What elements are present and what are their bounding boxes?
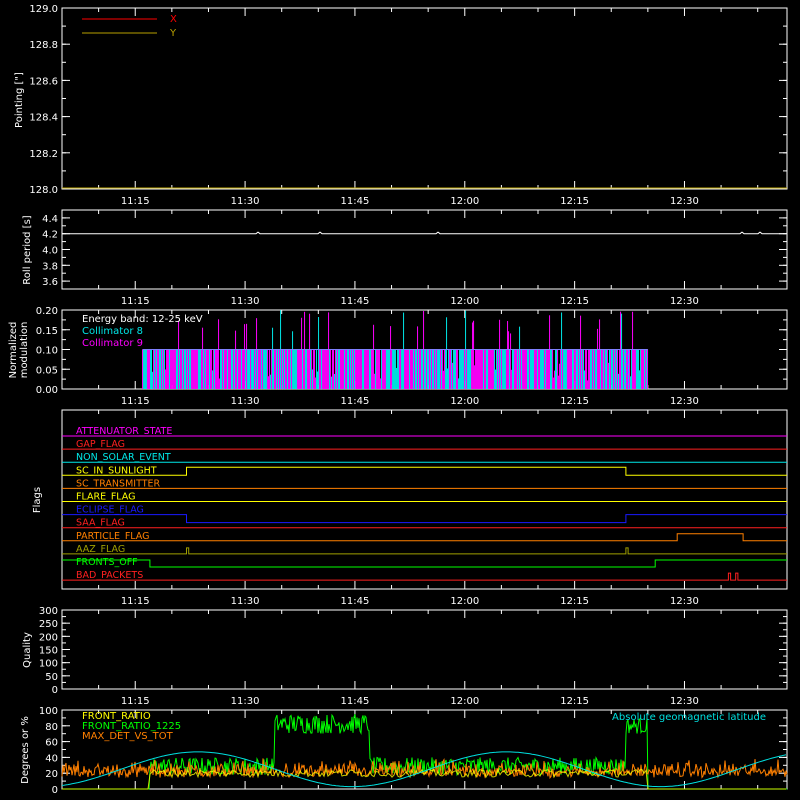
x-tick-label: 12:30 bbox=[670, 396, 699, 407]
x-tick-label: 11:45 bbox=[341, 696, 370, 707]
flag-label: ECLIPSE_FLAG bbox=[76, 505, 144, 516]
energy-band-annotation: Energy band: 12-25 keV bbox=[82, 314, 203, 325]
legend-collimator-8: Collimator 8 bbox=[82, 326, 143, 337]
x-tick-label: 11:30 bbox=[231, 196, 260, 207]
y-tick-label: 3.6 bbox=[42, 277, 58, 288]
y-tick-label: 0.00 bbox=[36, 385, 58, 396]
y-tick-label: 128.0 bbox=[29, 185, 58, 196]
x-tick-label: 11:45 bbox=[341, 296, 370, 307]
x-tick-label: 11:15 bbox=[121, 196, 150, 207]
x-tick-label: 12:00 bbox=[450, 596, 479, 607]
x-tick-label: 12:00 bbox=[450, 296, 479, 307]
flag-label: SC_TRANSMITTER bbox=[76, 478, 161, 489]
y-tick-label: 40 bbox=[45, 753, 58, 764]
legend-collimator-9: Collimator 9 bbox=[82, 338, 143, 349]
flag-label: PARTICLE_FLAG bbox=[76, 531, 149, 542]
y-tick-label: 129.0 bbox=[29, 4, 58, 15]
legend-x-label: X bbox=[170, 14, 177, 25]
x-tick-label: 12:00 bbox=[450, 696, 479, 707]
flag-label: ATTENUATOR_STATE bbox=[76, 426, 172, 437]
roll-ylabel: Roll period [s] bbox=[22, 215, 33, 284]
x-tick-label: 12:15 bbox=[560, 196, 589, 207]
x-tick-label: 12:00 bbox=[450, 196, 479, 207]
x-tick-label: 12:30 bbox=[670, 596, 699, 607]
y-tick-label: 20 bbox=[45, 769, 58, 780]
y-tick-label: 60 bbox=[45, 738, 58, 749]
x-tick-label: 12:00 bbox=[450, 396, 479, 407]
y-tick-label: 128.2 bbox=[29, 149, 58, 160]
y-tick-label: 300 bbox=[39, 606, 58, 617]
x-tick-label: 11:15 bbox=[121, 296, 150, 307]
y-tick-label: 80 bbox=[45, 722, 58, 733]
y-tick-label: 0.05 bbox=[36, 365, 58, 376]
x-tick-label: 11:15 bbox=[121, 696, 150, 707]
x-tick-label: 12:15 bbox=[560, 296, 589, 307]
modulation-ylabel: Normalized bbox=[8, 322, 19, 379]
y-tick-label: 250 bbox=[39, 619, 58, 630]
multi-panel-chart: Pointing ["] 128.0 128.2 128.4 128.6 128.8 12… bbox=[0, 0, 800, 800]
y-tick-label: 4.2 bbox=[42, 230, 58, 241]
x-tick-label: 11:30 bbox=[231, 296, 260, 307]
ratios-ylabel: Degrees or % bbox=[20, 716, 31, 784]
y-tick-label: 128.8 bbox=[29, 40, 58, 51]
y-tick-label: 0 bbox=[52, 785, 58, 796]
flag-label: GAP_FLAG bbox=[76, 439, 125, 450]
x-tick-label: 11:30 bbox=[231, 696, 260, 707]
y-tick-label: 3.8 bbox=[42, 261, 58, 272]
flag-label: FLARE_FLAG bbox=[76, 492, 136, 503]
x-tick-label: 12:30 bbox=[670, 696, 699, 707]
y-tick-label: 4.4 bbox=[42, 214, 58, 225]
x-tick-label: 12:15 bbox=[560, 396, 589, 407]
y-tick-label: 100 bbox=[39, 706, 58, 717]
x-tick-label: 12:30 bbox=[670, 196, 699, 207]
y-tick-label: 150 bbox=[39, 646, 58, 657]
y-tick-label: 128.6 bbox=[29, 76, 58, 87]
x-tick-label: 11:30 bbox=[231, 396, 260, 407]
flag-label: BAD_PACKETS bbox=[76, 570, 143, 581]
x-tick-label: 11:45 bbox=[341, 596, 370, 607]
legend-max-det-vs-tot: MAX_DET_VS_TOT bbox=[82, 731, 174, 742]
flag-label: NON_SOLAR_EVENT bbox=[76, 452, 171, 463]
y-tick-label: 100 bbox=[39, 659, 58, 670]
quality-ylabel: Quality bbox=[22, 632, 33, 668]
x-tick-label: 11:30 bbox=[231, 596, 260, 607]
flag-label: AAZ_FLAG bbox=[76, 544, 125, 555]
y-tick-label: 50 bbox=[45, 672, 58, 683]
y-tick-label: 4.0 bbox=[42, 246, 58, 257]
y-tick-label: 0 bbox=[52, 685, 58, 696]
geomag-annotation: Absolute geomagnetic latitude bbox=[612, 712, 766, 723]
chart-window: Pointing ["] 128.0 128.2 128.4 128.6 128.8 12… bbox=[0, 0, 800, 800]
y-tick-label: 0.20 bbox=[36, 306, 58, 317]
flag-label: FRONTS_OFF bbox=[76, 557, 138, 568]
x-tick-label: 12:15 bbox=[560, 696, 589, 707]
x-tick-label: 11:15 bbox=[121, 396, 150, 407]
x-tick-label: 12:30 bbox=[670, 296, 699, 307]
y-tick-label: 0.15 bbox=[36, 326, 58, 337]
x-tick-label: 11:15 bbox=[121, 596, 150, 607]
y-tick-label: 0.10 bbox=[36, 346, 58, 357]
y-tick-label: 200 bbox=[39, 632, 58, 643]
modulation-ylabel-line2: modulation bbox=[19, 322, 30, 379]
legend-y-label: Y bbox=[169, 28, 177, 39]
flag-label: SC_IN_SUNLIGHT bbox=[76, 465, 157, 476]
y-tick-label: 128.4 bbox=[29, 113, 58, 124]
x-tick-label: 12:15 bbox=[560, 596, 589, 607]
x-tick-label: 11:45 bbox=[341, 196, 370, 207]
x-tick-label: 11:45 bbox=[341, 396, 370, 407]
flag-label: SAA_FLAG bbox=[76, 518, 125, 529]
flags-ylabel: Flags bbox=[32, 487, 43, 513]
pointing-ylabel: Pointing ["] bbox=[14, 72, 25, 128]
